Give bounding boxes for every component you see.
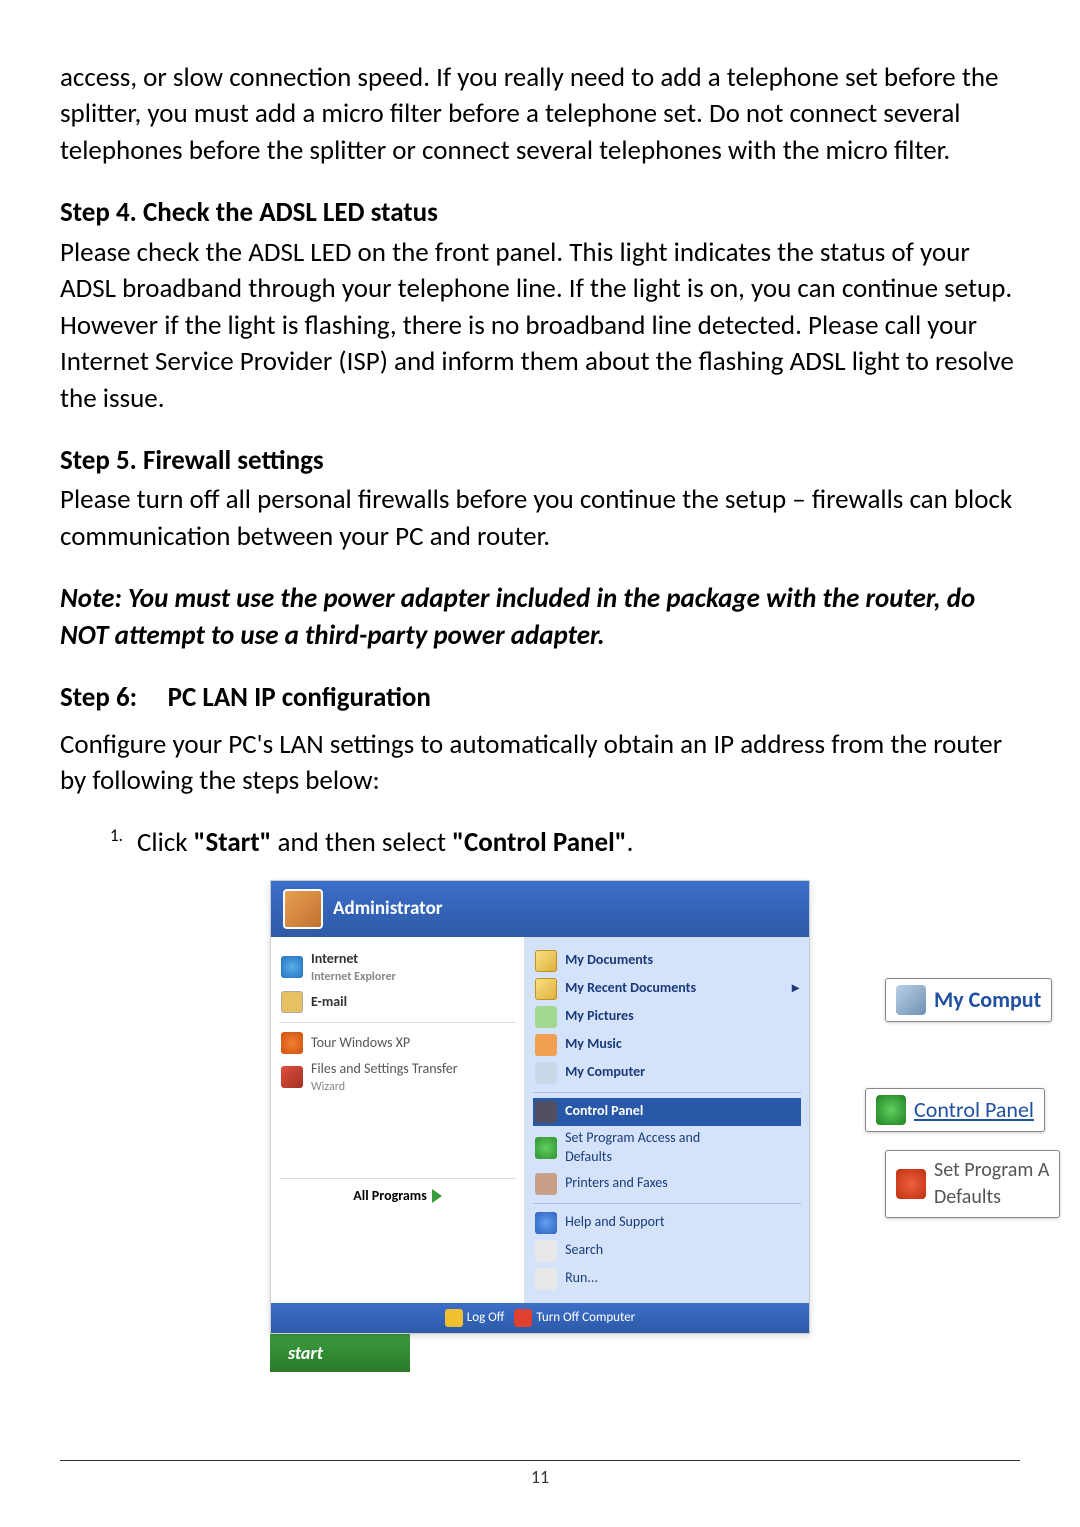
tour-label: Tour Windows XP xyxy=(311,1034,410,1053)
menu-header: Administrator xyxy=(271,881,809,937)
turnoff-icon xyxy=(514,1309,532,1327)
callout-panel-label: Control Panel xyxy=(914,1095,1034,1125)
mail-icon xyxy=(281,991,303,1013)
menu-body: Internet Internet Explorer E-mail Tour W… xyxy=(271,937,809,1303)
run-icon xyxy=(535,1268,557,1290)
user-icon xyxy=(283,889,323,929)
menu-item-computer[interactable]: My Computer xyxy=(533,1059,801,1087)
printer-icon xyxy=(535,1173,557,1195)
all-programs[interactable]: All Programs xyxy=(279,1178,516,1206)
access-icon xyxy=(535,1137,557,1159)
callout-access-label2: Defaults xyxy=(934,1184,1049,1211)
menu-item-tour[interactable]: Tour Windows XP xyxy=(279,1029,516,1057)
transfer-sub: Wizard xyxy=(311,1079,458,1095)
docs-label: My Documents xyxy=(565,951,653,970)
note-paragraph: Note: You must use the power adapter inc… xyxy=(60,581,1020,654)
menu-item-music[interactable]: My Music xyxy=(533,1031,801,1059)
access-label2: Defaults xyxy=(565,1148,700,1167)
menu-right-column: My Documents My Recent Documents ▸ My Pi… xyxy=(525,937,809,1303)
menu-item-search[interactable]: Search xyxy=(533,1237,801,1265)
folder-icon xyxy=(535,978,557,1000)
panel-label: Control Panel xyxy=(565,1102,643,1121)
folder-icon xyxy=(535,950,557,972)
paragraph-intro: access, or slow connection speed. If you… xyxy=(60,60,1020,169)
list-number: 1. xyxy=(110,825,123,846)
callout-computer-label: My Comput xyxy=(934,985,1041,1015)
all-programs-label: All Programs xyxy=(353,1187,427,1206)
ie-icon xyxy=(281,956,303,978)
recent-label: My Recent Documents xyxy=(565,979,696,998)
tour-icon xyxy=(281,1032,303,1054)
menu-item-email[interactable]: E-mail xyxy=(279,988,516,1016)
step5-heading: Step 5. Firewall settings xyxy=(60,443,1020,479)
control-panel-icon xyxy=(876,1095,906,1125)
access-label: Set Program Access and xyxy=(565,1129,700,1148)
list-bold-cp: "Control Panel" xyxy=(452,826,627,859)
username: Administrator xyxy=(333,896,443,922)
menu-footer: Log Off Turn Off Computer xyxy=(271,1303,809,1333)
control-panel-icon xyxy=(535,1101,557,1123)
logoff-label: Log Off xyxy=(467,1309,505,1327)
menu-item-printers[interactable]: Printers and Faxes xyxy=(533,1170,801,1198)
list-text-pre: Click xyxy=(137,826,194,859)
music-icon xyxy=(535,1034,557,1056)
transfer-label: Files and Settings Transfer xyxy=(311,1060,458,1079)
turnoff-button[interactable]: Turn Off Computer xyxy=(514,1309,635,1327)
list-item-1: 1. Click "Start" and then select "Contro… xyxy=(110,825,1020,861)
menu-item-run[interactable]: Run... xyxy=(533,1265,801,1293)
menu-item-internet[interactable]: Internet Internet Explorer xyxy=(279,947,516,988)
arrow-right-icon xyxy=(432,1189,442,1203)
page-number: 11 xyxy=(531,1466,549,1488)
logoff-icon xyxy=(445,1309,463,1327)
callout-my-computer: My Comput xyxy=(885,978,1052,1022)
search-label: Search xyxy=(565,1241,603,1260)
list-bold-start: "Start" xyxy=(194,826,272,859)
help-icon xyxy=(535,1212,557,1234)
list-text-mid: and then select xyxy=(271,826,452,859)
printers-label: Printers and Faxes xyxy=(565,1174,668,1193)
callout-control-panel: Control Panel xyxy=(865,1088,1045,1132)
start-button[interactable]: start xyxy=(270,1334,410,1372)
run-label: Run... xyxy=(565,1269,598,1288)
transfer-icon xyxy=(281,1066,303,1088)
screenshot-container: Administrator Internet Internet Explorer… xyxy=(60,880,1020,1372)
start-menu-screenshot: Administrator Internet Internet Explorer… xyxy=(270,880,810,1372)
computer-icon xyxy=(896,985,926,1015)
turnoff-label: Turn Off Computer xyxy=(536,1309,635,1327)
email-label: E-mail xyxy=(311,993,347,1012)
step6-heading: Step 6: PC LAN IP configuration xyxy=(60,680,1020,716)
menu-item-recent[interactable]: My Recent Documents ▸ xyxy=(533,975,801,1003)
menu-left-column: Internet Internet Explorer E-mail Tour W… xyxy=(271,937,525,1303)
list-text-end: . xyxy=(627,826,634,859)
step4-body: Please check the ADSL LED on the front p… xyxy=(60,235,1020,417)
menu-item-control-panel[interactable]: Control Panel xyxy=(533,1098,801,1126)
step6-body: Configure your PC's LAN settings to auto… xyxy=(60,727,1020,800)
pics-label: My Pictures xyxy=(565,1007,634,1026)
internet-label: Internet xyxy=(311,950,396,969)
callout-set-program: Set Program A Defaults xyxy=(885,1150,1060,1218)
page-footer: 11 xyxy=(0,1460,1080,1489)
music-label: My Music xyxy=(565,1035,622,1054)
menu-item-docs[interactable]: My Documents xyxy=(533,947,801,975)
menu-item-access[interactable]: Set Program Access and Defaults xyxy=(533,1126,801,1170)
search-icon xyxy=(535,1240,557,1262)
logoff-button[interactable]: Log Off xyxy=(445,1309,505,1327)
computer-icon xyxy=(535,1062,557,1084)
computer-label: My Computer xyxy=(565,1063,645,1082)
internet-sub: Internet Explorer xyxy=(311,969,396,985)
menu-item-help[interactable]: Help and Support xyxy=(533,1209,801,1237)
access-icon xyxy=(896,1169,926,1199)
menu-item-transfer[interactable]: Files and Settings Transfer Wizard xyxy=(279,1057,516,1098)
pictures-icon xyxy=(535,1006,557,1028)
step4-heading: Step 4. Check the ADSL LED status xyxy=(60,195,1020,231)
help-label: Help and Support xyxy=(565,1213,664,1232)
callout-access-label1: Set Program A xyxy=(934,1157,1049,1184)
start-menu: Administrator Internet Internet Explorer… xyxy=(270,880,810,1334)
step5-body: Please turn off all personal firewalls b… xyxy=(60,482,1020,555)
menu-item-pics[interactable]: My Pictures xyxy=(533,1003,801,1031)
